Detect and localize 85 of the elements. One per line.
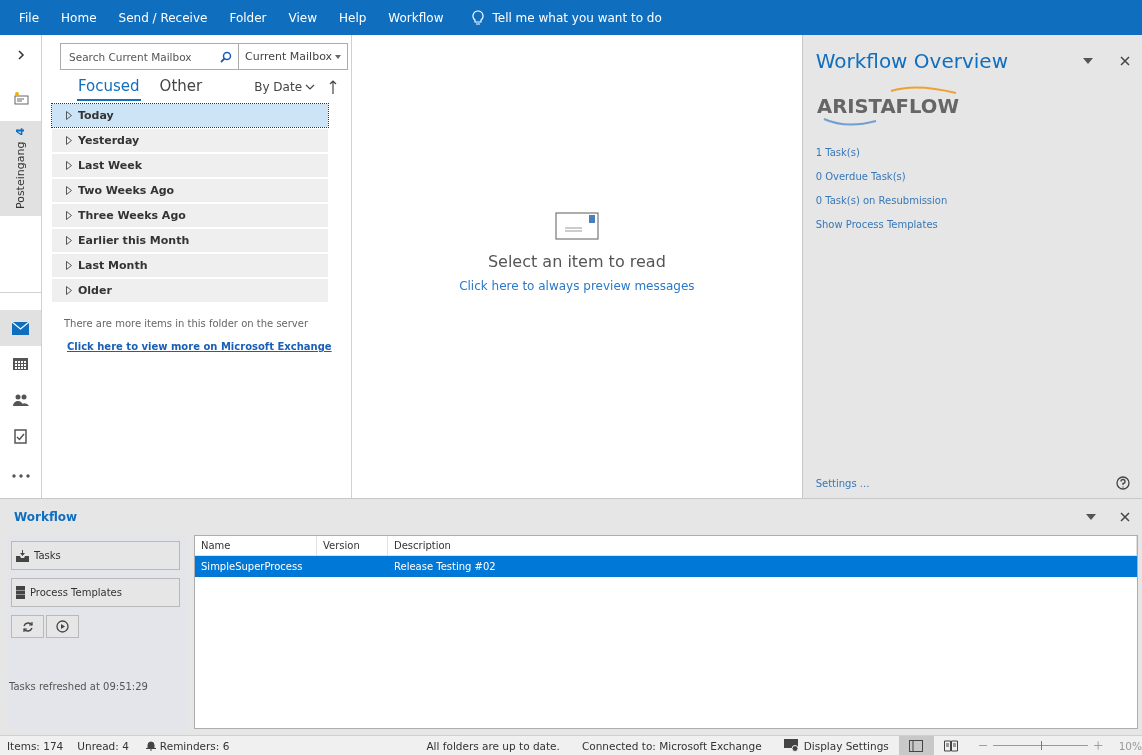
- expand-icon: [66, 111, 72, 120]
- group-header[interactable]: Earlier this Month: [52, 229, 328, 252]
- overview-link[interactable]: 0 Overdue Task(s): [815, 171, 1130, 182]
- overview-link[interactable]: 1 Task(s): [815, 147, 1130, 158]
- close-icon[interactable]: [1120, 56, 1130, 66]
- group-header[interactable]: Three Weeks Ago: [52, 204, 328, 227]
- empty-message: Select an item to read: [487, 252, 666, 271]
- refresh-icon: [21, 620, 34, 633]
- expand-icon: [66, 261, 72, 270]
- table-cell-text: SimpleSuperProcess: [200, 560, 304, 574]
- workflow-button[interactable]: Process Templates: [11, 578, 180, 607]
- sort-arrow-icon[interactable]: [329, 80, 338, 94]
- mail-icon[interactable]: [12, 321, 29, 335]
- overview-link[interactable]: Show Process Templates: [815, 219, 1130, 230]
- menu-item[interactable]: Send / Receive: [107, 10, 219, 25]
- database-icon: [16, 586, 25, 599]
- group-header[interactable]: Last Week: [52, 154, 328, 177]
- inbox-icon: [16, 549, 29, 562]
- bell-icon: [145, 740, 156, 751]
- dropdown-icon[interactable]: [1086, 514, 1096, 520]
- task-icon[interactable]: [14, 428, 27, 444]
- search-icon: [220, 50, 232, 63]
- table-cell-text: Release Testing #02: [393, 560, 497, 574]
- display-settings-button[interactable]: Display Settings: [783, 739, 889, 752]
- reminders-status[interactable]: Reminders: 6: [145, 739, 230, 752]
- dropdown-icon: [335, 54, 341, 59]
- close-icon[interactable]: [1120, 512, 1130, 522]
- reading-view-icon[interactable]: [944, 739, 959, 752]
- status-text: Connected to: Microsoft Exchange: [581, 739, 762, 752]
- refresh-button[interactable]: [11, 615, 44, 638]
- chevron-down-icon: [305, 84, 316, 90]
- group-header[interactable]: Yesterday: [52, 129, 328, 152]
- zoom-level: 10%: [1118, 739, 1142, 752]
- pane-title: Workflow: [14, 510, 78, 524]
- refresh-status: Tasks refreshed at 09:51:29: [9, 681, 149, 692]
- monitor-gear-icon: [783, 739, 800, 752]
- server-note: There are more items in this folder on the server: [64, 318, 310, 329]
- play-button[interactable]: [46, 615, 79, 638]
- scope-dropdown[interactable]: Current Mailbox: [239, 44, 347, 69]
- group-header[interactable]: Older: [52, 279, 328, 302]
- expand-icon: [66, 211, 72, 220]
- calendar-icon[interactable]: [13, 358, 28, 370]
- menu-item[interactable]: View: [277, 10, 328, 25]
- overview-link[interactable]: 0 Task(s) on Resubmission: [815, 195, 1130, 206]
- status-text: Unread: 4: [77, 739, 129, 752]
- column-header[interactable]: Name: [195, 536, 317, 555]
- group-header[interactable]: Last Month: [52, 254, 328, 277]
- menu-item[interactable]: Help: [328, 10, 378, 25]
- mailbox-tab[interactable]: Other: [158, 73, 204, 101]
- preview-link[interactable]: Click here to always preview messages: [459, 279, 695, 293]
- sort-dropdown[interactable]: By Date: [254, 80, 316, 94]
- envelope-icon: [554, 212, 599, 240]
- expand-icon: [66, 236, 72, 245]
- table-row[interactable]: SimpleSuperProcess Release Testing #02: [195, 556, 1137, 577]
- group-header[interactable]: Today: [52, 104, 328, 127]
- mailbox-tab[interactable]: Focused: [77, 73, 141, 101]
- lightbulb-icon: [472, 9, 485, 26]
- menu-item[interactable]: Folder: [218, 10, 278, 25]
- status-text: All folders are up to date.: [426, 739, 560, 752]
- more-icon[interactable]: [11, 474, 30, 478]
- workflow-button[interactable]: Tasks: [11, 541, 180, 570]
- help-icon[interactable]: [1116, 476, 1130, 490]
- play-icon: [56, 620, 69, 633]
- dropdown-icon[interactable]: [1083, 58, 1093, 64]
- expand-icon: [66, 136, 72, 145]
- group-header[interactable]: Two Weeks Ago: [52, 179, 328, 202]
- folder-tab[interactable]: Posteingang 4: [0, 121, 41, 216]
- expand-icon: [66, 186, 72, 195]
- expand-icon: [66, 161, 72, 170]
- normal-view-icon[interactable]: [909, 739, 924, 752]
- pane-title: Workflow Overview: [815, 49, 1008, 73]
- exchange-link[interactable]: Click here to view more on Microsoft Exchange: [67, 341, 352, 352]
- people-icon[interactable]: [12, 394, 29, 406]
- tell-me-field[interactable]: Tell me what you want to do: [492, 10, 662, 25]
- menu-item[interactable]: File: [8, 10, 51, 25]
- status-text: Items: 174: [7, 739, 64, 752]
- column-header[interactable]: Version: [317, 536, 388, 555]
- settings-link[interactable]: Settings ...: [815, 477, 870, 489]
- search-field[interactable]: Search Current Mailbox: [61, 44, 239, 69]
- expand-icon: [66, 286, 72, 295]
- chevron-right-icon[interactable]: [16, 50, 25, 60]
- menu-item[interactable]: Home: [50, 10, 108, 25]
- column-header[interactable]: Description: [388, 536, 1137, 555]
- logo: ARISTAFLOW: [815, 81, 961, 127]
- menu-item[interactable]: Workflow: [377, 10, 455, 25]
